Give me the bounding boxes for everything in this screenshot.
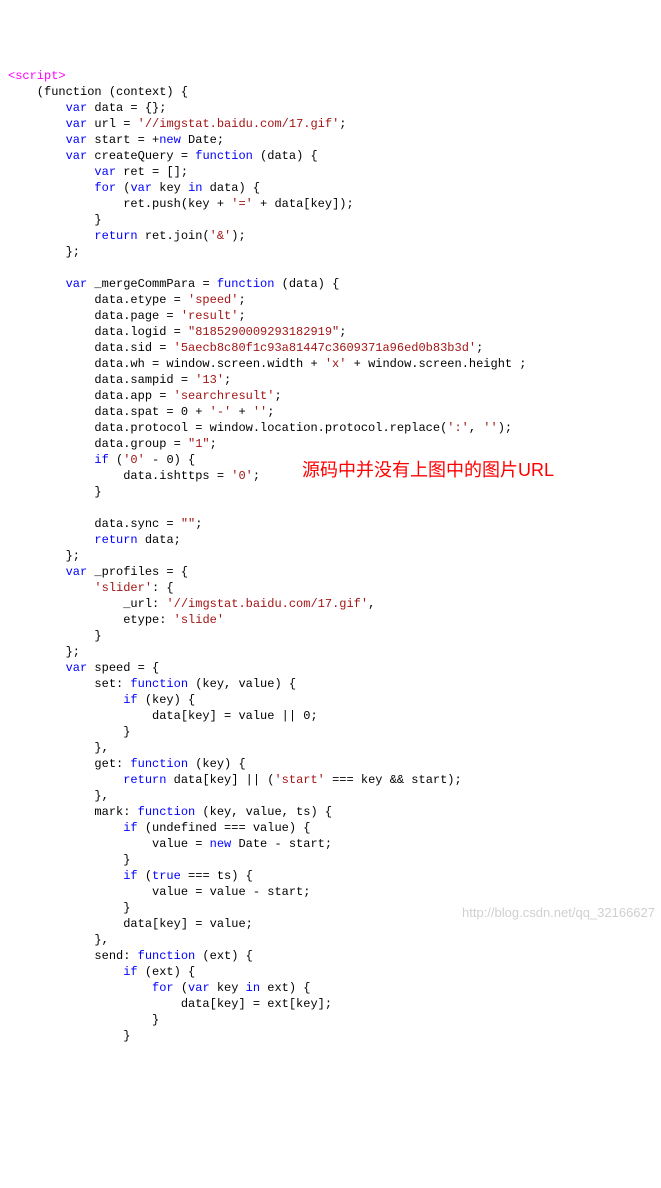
code-line: } xyxy=(8,485,102,499)
code-line: return ret.join('&'); xyxy=(8,229,246,243)
code-line: var _mergeCommPara = function (data) { xyxy=(8,277,339,291)
code-line: }; xyxy=(8,645,80,659)
code-line: }; xyxy=(8,245,80,259)
code-line: data.page = 'result'; xyxy=(8,309,246,323)
code-line: var url = '//imgstat.baidu.com/17.gif'; xyxy=(8,117,346,131)
code-line: } xyxy=(8,1013,159,1027)
code-line: var start = +new Date; xyxy=(8,133,224,147)
code-line: mark: function (key, value, ts) { xyxy=(8,805,332,819)
code-line: if (ext) { xyxy=(8,965,195,979)
code-line: get: function (key) { xyxy=(8,757,246,771)
code-line: _url: '//imgstat.baidu.com/17.gif', xyxy=(8,597,375,611)
code-line: }, xyxy=(8,933,109,947)
code-line: var createQuery = function (data) { xyxy=(8,149,318,163)
code-line: }, xyxy=(8,741,109,755)
code-line: etype: 'slide' xyxy=(8,613,224,627)
annotation-text: 源码中并没有上图中的图片URL xyxy=(302,462,554,478)
code-line: } xyxy=(8,853,130,867)
code-line: data.group = "1"; xyxy=(8,437,217,451)
code-line: data.sid = '5aecb8c80f1c93a81447c3609371… xyxy=(8,341,483,355)
code-line: data.spat = 0 + '-' + ''; xyxy=(8,405,274,419)
code-line: return data; xyxy=(8,533,181,547)
code-line: data.sampid = '13'; xyxy=(8,373,231,387)
code-line: } xyxy=(8,629,102,643)
code-line: if (undefined === value) { xyxy=(8,821,310,835)
code-line: data[key] = value || 0; xyxy=(8,709,318,723)
code-line: data.sync = ""; xyxy=(8,517,202,531)
code-line: data[key] = value; xyxy=(8,917,253,931)
code-line: var _profiles = { xyxy=(8,565,188,579)
code-line: data.app = 'searchresult'; xyxy=(8,389,282,403)
code-line: } xyxy=(8,213,102,227)
code-line: ret.push(key + '=' + data[key]); xyxy=(8,197,354,211)
code-line: data.protocol = window.location.protocol… xyxy=(8,421,512,435)
code-line: data[key] = ext[key]; xyxy=(8,997,332,1011)
code-line: if ('0' - 0) { xyxy=(8,453,195,467)
code-line: } xyxy=(8,901,130,915)
code-line: value = new Date - start; xyxy=(8,837,332,851)
code-line: (function (context) { xyxy=(8,85,188,99)
code-line: data.wh = window.screen.width + 'x' + wi… xyxy=(8,357,527,371)
watermark-text: http://blog.csdn.net/qq_32166627 xyxy=(462,905,655,921)
code-line: data.etype = 'speed'; xyxy=(8,293,246,307)
code-line: for (var key in data) { xyxy=(8,181,260,195)
code-line: set: function (key, value) { xyxy=(8,677,296,691)
code-line: } xyxy=(8,1029,130,1043)
code-block: <script> (function (context) { var data … xyxy=(8,68,653,1044)
code-line: if (true === ts) { xyxy=(8,869,253,883)
code-line: var data = {}; xyxy=(8,101,166,115)
code-line: send: function (ext) { xyxy=(8,949,253,963)
code-line: for (var key in ext) { xyxy=(8,981,311,995)
code-line: }; xyxy=(8,549,80,563)
code-line: return data[key] || ('start' === key && … xyxy=(8,773,462,787)
tag-open: <script> xyxy=(8,69,66,83)
code-line: var speed = { xyxy=(8,661,159,675)
code-line: data.logid = "8185290009293182919"; xyxy=(8,325,346,339)
code-line: value = value - start; xyxy=(8,885,310,899)
code-line: if (key) { xyxy=(8,693,195,707)
code-line: data.ishttps = '0'; xyxy=(8,469,260,483)
code-line: } xyxy=(8,725,130,739)
code-line: }, xyxy=(8,789,109,803)
code-line: var ret = []; xyxy=(8,165,188,179)
code-line: 'slider': { xyxy=(8,581,174,595)
